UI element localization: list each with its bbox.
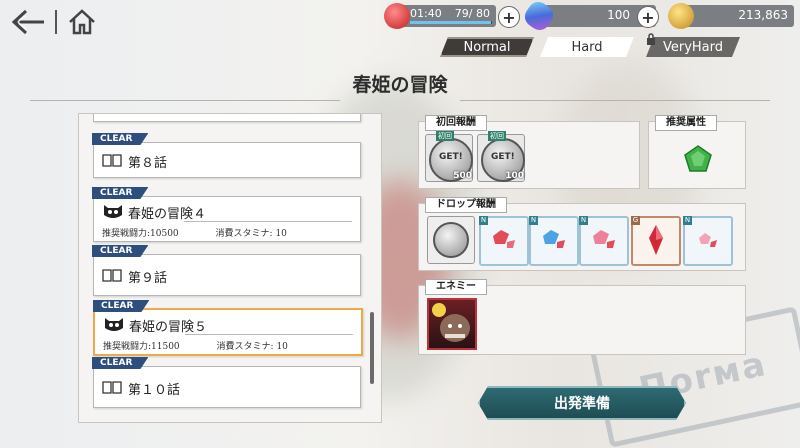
first-tag: 初回 — [436, 131, 454, 141]
drop-reward-label: ドロップ報酬 — [425, 197, 507, 213]
clear-badge: CLEAR — [92, 133, 148, 145]
first-reward-item[interactable]: GET! 500 初回 — [425, 131, 473, 182]
tab-veryhard[interactable]: VeryHard — [646, 37, 740, 57]
coin-icon — [433, 222, 469, 258]
list-item-partial — [93, 114, 361, 122]
quest-item-story-8[interactable]: CLEAR 第８話 — [93, 142, 361, 178]
reward-name: GET! — [439, 152, 463, 162]
home-icon — [69, 9, 95, 35]
reward-count: 500 — [453, 171, 472, 181]
rank-tag: N — [529, 216, 538, 225]
first-reward-label: 初回報酬 — [425, 115, 487, 131]
attribute-label: 推奨属性 — [655, 115, 717, 131]
stamina-track — [410, 21, 492, 24]
title-rule-right — [460, 100, 770, 101]
gold-bar: 213,863 — [668, 3, 794, 29]
quest-title: 第９話 — [128, 271, 168, 286]
reward-name: GET! — [491, 152, 515, 162]
enemy-mask-icon — [105, 318, 123, 331]
lock-icon — [647, 33, 655, 45]
quest-stats: 推奨戦闘力:11500 消費スタミナ: 10 — [103, 339, 322, 352]
back-arrow-icon — [12, 9, 44, 35]
reward-count: 100 — [505, 171, 524, 181]
book-icon — [102, 381, 122, 394]
heart-icon — [384, 3, 410, 29]
stamina-cost: 消費スタミナ: 10 — [216, 342, 288, 352]
rank-tag: G — [631, 216, 640, 225]
rank-tag: N — [579, 216, 588, 225]
pink-gem-icon — [593, 230, 615, 248]
gem-count: 100 — [607, 8, 630, 22]
quest-item-battle-4[interactable]: CLEAR 春姫の冒険４ 推奨戦闘力:10500 消費スタミナ: 10 — [93, 196, 361, 242]
rank-tag: N — [683, 216, 692, 225]
clear-badge: CLEAR — [92, 245, 148, 257]
drop-item[interactable]: N — [579, 216, 629, 266]
enemy-mask-icon — [104, 205, 122, 218]
stamina-fill — [410, 21, 491, 24]
drop-reward-panel: ドロップ報酬 N N N G N — [418, 197, 746, 271]
add-gem-button[interactable]: + — [637, 6, 659, 28]
nav-divider — [55, 10, 57, 34]
book-icon — [102, 154, 122, 167]
book-icon — [102, 269, 122, 282]
list-scrollbar[interactable] — [370, 312, 374, 384]
quest-title: 春姫の冒険５ — [129, 320, 208, 335]
stamina-count: 79/ 80 — [454, 7, 490, 20]
enemy-label: エネミー — [425, 279, 487, 295]
divider-line — [184, 221, 352, 222]
drop-item[interactable] — [427, 216, 475, 264]
red-gem-icon — [493, 230, 515, 248]
drop-item[interactable]: N — [529, 216, 579, 266]
first-reward-item[interactable]: GET! 100 初回 — [477, 131, 525, 182]
first-tag: 初回 — [488, 131, 506, 141]
title-rule-left — [30, 100, 340, 101]
tab-veryhard-wrap: VeryHard — [642, 33, 740, 59]
recommended-power: 推奨戦闘力:11500 — [103, 342, 180, 352]
home-button[interactable] — [64, 6, 100, 38]
crystal-icon — [649, 225, 663, 255]
blue-gem-icon — [543, 230, 565, 248]
recommended-power: 推奨戦闘力:10500 — [102, 229, 179, 239]
quest-list[interactable]: CLEAR 第８話 CLEAR 春姫の冒険４ 推奨戦闘力:10500 消費スタミ… — [78, 113, 382, 423]
tab-hard[interactable]: Hard — [540, 37, 634, 57]
start-preparation-button[interactable]: 出発準備 — [478, 386, 686, 420]
quest-title: 春姫の冒険４ — [128, 207, 207, 222]
first-reward-panel: 初回報酬 GET! 500 初回 GET! 100 初回 — [418, 115, 640, 189]
quest-title: 第１０話 — [128, 383, 181, 398]
quest-item-story-9[interactable]: CLEAR 第９話 — [93, 254, 361, 296]
gem-icon — [520, 0, 558, 35]
drop-item[interactable]: N — [479, 216, 529, 266]
clear-badge: CLEAR — [92, 357, 148, 369]
stamina-cost: 消費スタミナ: 10 — [215, 229, 287, 239]
enemy-panel: エネミー — [418, 279, 746, 355]
gold-count: 213,863 — [738, 8, 788, 22]
pink-gem-icon — [699, 233, 717, 247]
quest-item-story-10[interactable]: CLEAR 第１０話 — [93, 366, 361, 408]
quest-title: 第８話 — [128, 156, 168, 171]
clear-badge: CLEAR — [92, 187, 148, 199]
enemy-portrait[interactable] — [427, 298, 477, 350]
drop-item[interactable]: G — [631, 216, 681, 266]
stamina-timer: 01:40 — [410, 7, 442, 20]
quest-item-battle-5[interactable]: CLEAR 春姫の冒険５ 推奨戦闘力:11500 消費スタミナ: 10 — [93, 308, 363, 356]
quest-stats: 推奨戦闘力:10500 消費スタミナ: 10 — [102, 226, 321, 239]
enemy-portrait-icon — [432, 303, 470, 342]
divider-line — [185, 334, 353, 335]
rank-tag: N — [479, 216, 488, 225]
drop-item[interactable]: N — [683, 216, 733, 266]
back-button[interactable] — [10, 6, 48, 38]
clear-badge: CLEAR — [93, 300, 149, 312]
attribute-panel: 推奨属性 — [648, 115, 746, 189]
stamina-bar: 01:40 79/ 80 — [384, 3, 496, 29]
tab-normal[interactable]: Normal — [440, 37, 534, 57]
page-title: 春姫の冒険 — [352, 74, 448, 96]
add-stamina-button[interactable]: + — [498, 6, 520, 28]
gold-coin-icon — [668, 3, 694, 29]
wind-attribute-icon — [684, 145, 712, 172]
